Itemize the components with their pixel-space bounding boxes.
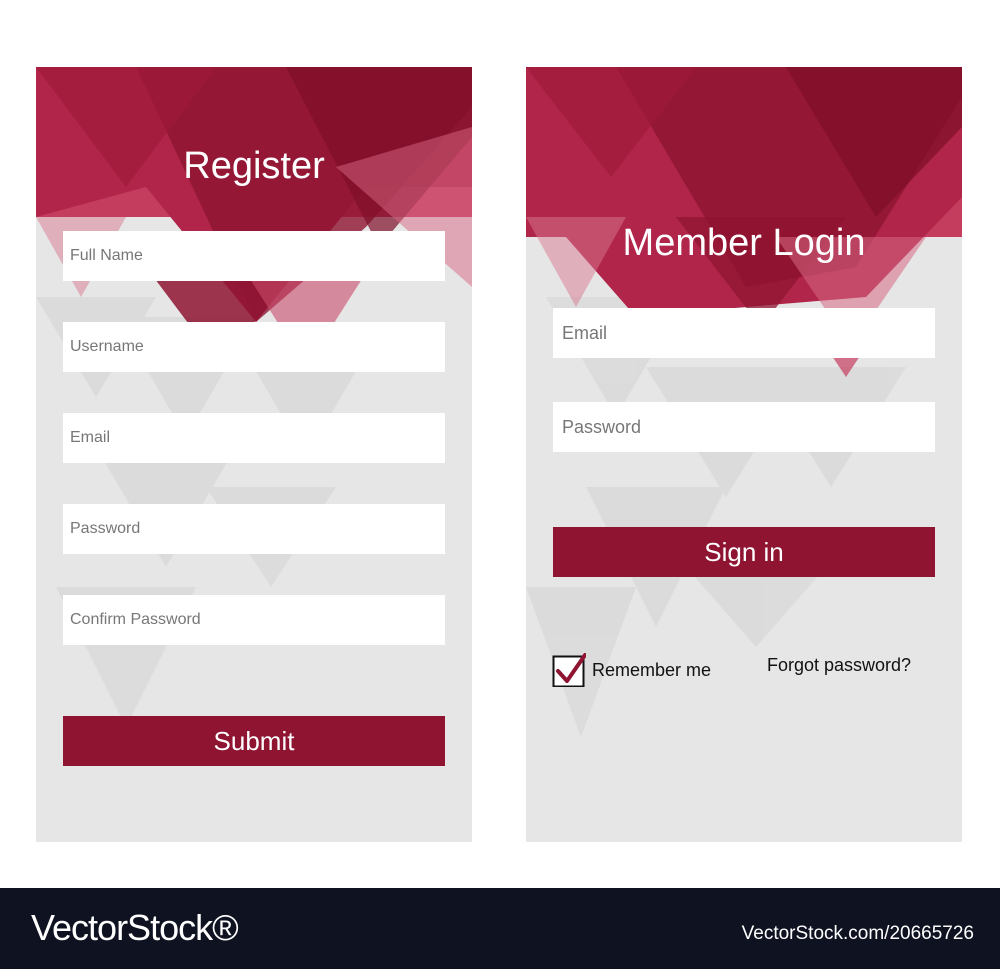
- remember-me-label: Remember me: [592, 659, 712, 680]
- vectorstock-footer: VectorStock® VectorStock.com/20665726: [0, 888, 1000, 969]
- vectorstock-logo: VectorStock®: [31, 907, 239, 948]
- image-id-text: VectorStock.com/20665726: [741, 923, 974, 944]
- register-title: Register: [183, 145, 325, 187]
- full-name-field[interactable]: [63, 231, 445, 281]
- login-header-graphic: [526, 67, 962, 737]
- login-password-field[interactable]: [553, 402, 935, 452]
- login-title: Member Login: [622, 222, 866, 264]
- email-field[interactable]: [63, 413, 445, 463]
- login-email-field[interactable]: [553, 308, 935, 358]
- submit-button[interactable]: Submit: [63, 716, 445, 766]
- confirm-password-field[interactable]: [63, 595, 445, 645]
- register-panel: Register Submit: [36, 67, 472, 842]
- sign-in-button[interactable]: Sign in: [553, 527, 935, 577]
- password-field[interactable]: [63, 504, 445, 554]
- remember-me-checkbox[interactable]: [552, 653, 587, 688]
- username-field[interactable]: [63, 322, 445, 372]
- checkmark-icon: [552, 653, 587, 688]
- forgot-password-link[interactable]: Forgot password?: [767, 655, 911, 676]
- login-panel: Member Login Sign in Remember me Forgot …: [526, 67, 962, 842]
- remember-me: Remember me: [552, 651, 711, 689]
